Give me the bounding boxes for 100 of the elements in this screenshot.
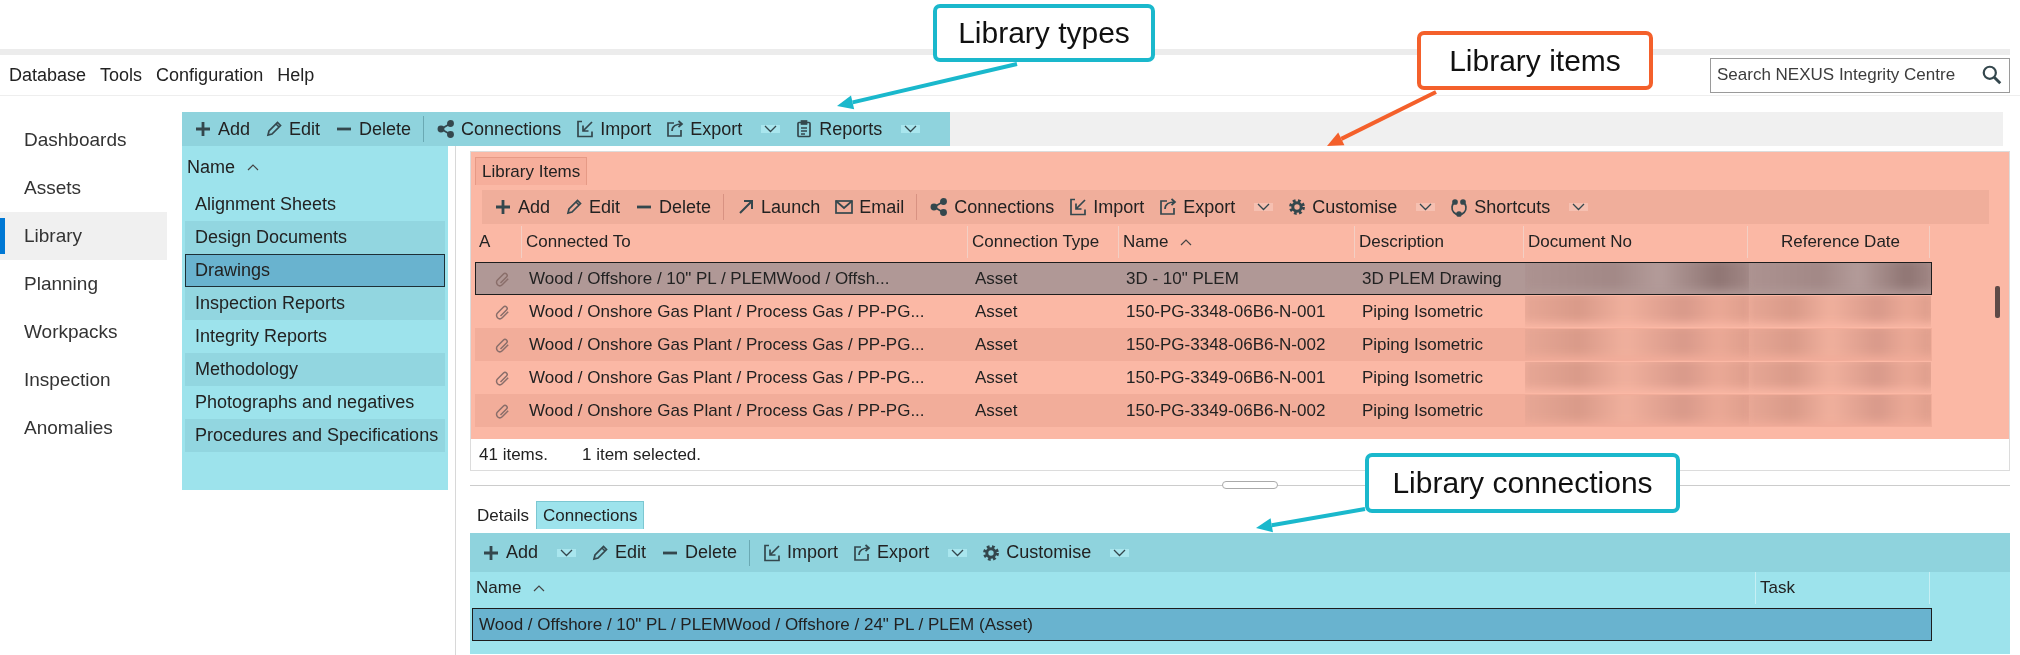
toolbar-button[interactable]: Edit xyxy=(557,192,628,222)
toolbar-button[interactable]: Import xyxy=(1061,192,1152,222)
tab[interactable]: Library Items xyxy=(475,157,588,185)
list-item[interactable]: Alignment Sheets xyxy=(185,188,445,221)
table-cell-text: Asset xyxy=(974,300,1019,323)
scrollbar-thumb[interactable] xyxy=(1995,286,2000,318)
table-cell-text: Wood / Onshore Gas Plant / Process Gas / PP-PG... xyxy=(528,399,926,422)
table-cell-text: Wood / Offshore / 10" PL / PLEMWood / Offshore / 24" PL / PLEM (Asset) xyxy=(478,613,1034,636)
caret-icon xyxy=(948,548,968,557)
list-item[interactable]: Design Documents xyxy=(185,221,445,254)
menu-item[interactable]: Database xyxy=(9,64,87,86)
column-header[interactable]: Name xyxy=(1119,226,1355,258)
toolbar-button[interactable]: Edit xyxy=(583,537,654,568)
sidebar-item[interactable]: Library xyxy=(0,212,167,260)
table-cell-text: 150-PG-3349-06B6-N-001 xyxy=(1125,366,1327,389)
toolbar-button[interactable]: Add xyxy=(486,192,558,222)
sidebar-item[interactable]: Dashboards xyxy=(0,116,167,164)
table-row[interactable]: Wood / Offshore / 10" PL / PLEMWood / Offshore / 24" PL / PLEM (Asset) xyxy=(472,608,1932,641)
table-cell-text: 150-PG-3348-06B6-N-002 xyxy=(1125,333,1327,356)
paperclip-icon xyxy=(494,336,511,353)
sidebar-item[interactable]: Anomalies xyxy=(0,404,167,452)
envelope-icon xyxy=(834,197,855,217)
list-item[interactable]: Drawings xyxy=(185,254,445,287)
sidebar-item[interactable]: Assets xyxy=(0,164,167,212)
table-cell-text: Wood / Offshore / 10" PL / PLEMWood / Offsh... xyxy=(528,267,891,290)
sidebar-item[interactable]: Planning xyxy=(0,260,167,308)
list-item[interactable]: Procedures and Specifications xyxy=(185,419,445,452)
table-cell-text: Wood / Onshore Gas Plant / Process Gas / PP-PG... xyxy=(528,366,926,389)
table-cell-text: Piping Isometric xyxy=(1361,399,1484,422)
list-item[interactable]: Photographs and negatives xyxy=(185,386,445,419)
toolbar-button[interactable]: Export xyxy=(658,114,788,144)
menu-item[interactable]: Help xyxy=(277,64,315,86)
toolbar-button[interactable]: Launch xyxy=(729,192,828,222)
paperclip-icon xyxy=(494,270,511,287)
toolbar-button[interactable]: Delete xyxy=(327,114,419,144)
toolbar-button[interactable]: Add xyxy=(186,114,258,144)
toolbar-button[interactable]: Import xyxy=(568,114,659,144)
list-item[interactable]: Integrity Reports xyxy=(185,320,445,353)
search-field[interactable]: Search NEXUS Integrity Centre xyxy=(1710,57,2010,93)
sidebar-item[interactable]: Inspection xyxy=(0,356,167,404)
menu-item[interactable]: Tools xyxy=(100,64,143,86)
toolbar-button[interactable]: Edit xyxy=(257,114,328,144)
column-header[interactable]: Description xyxy=(1355,226,1524,258)
sort-icon xyxy=(1180,238,1193,246)
pencil-icon xyxy=(564,197,585,217)
table-row[interactable]: Wood / Onshore Gas Plant / Process Gas / PP-PG... Asset 150-PG-3349-06B6-N-002 Piping Isometric xyxy=(475,394,1932,427)
tab[interactable]: Connections xyxy=(535,501,645,529)
export-icon xyxy=(1158,197,1179,217)
column-header[interactable]: Name xyxy=(182,146,448,188)
gear-icon xyxy=(981,542,1002,563)
column-header[interactable]: A xyxy=(475,226,522,258)
paperclip-icon xyxy=(494,303,511,320)
toolbar-button[interactable]: Delete xyxy=(627,192,719,222)
import-icon xyxy=(1068,197,1089,217)
column-header[interactable]: Reference Date xyxy=(1748,226,1930,258)
table-cell-text: 3D PLEM Drawing xyxy=(1361,267,1503,290)
column-header[interactable]: Connection Type xyxy=(968,226,1119,258)
table-row[interactable]: Wood / Onshore Gas Plant / Process Gas / PP-PG... Asset 150-PG-3348-06B6-N-002 Piping Isometric xyxy=(475,328,1932,361)
table-cell-text: 150-PG-3348-06B6-N-001 xyxy=(1125,300,1327,323)
caret-icon xyxy=(1416,203,1436,211)
toolbar-button[interactable]: Export xyxy=(1151,192,1281,222)
caret-icon xyxy=(761,125,781,133)
table-cell-text: Piping Isometric xyxy=(1361,300,1484,323)
sort-icon xyxy=(533,584,546,592)
callout-label: Library connections xyxy=(1365,453,1680,513)
sort-icon xyxy=(247,163,259,171)
caret-icon xyxy=(901,125,921,133)
toolbar-button[interactable]: Shortcuts xyxy=(1442,192,1596,222)
toolbar-button[interactable]: Add xyxy=(474,537,584,568)
share-icon xyxy=(929,197,950,217)
table-cell-text: Asset xyxy=(974,366,1019,389)
tab[interactable]: Details xyxy=(470,501,536,529)
menu-item[interactable]: Configuration xyxy=(156,64,264,86)
plus-icon xyxy=(493,197,513,217)
search-icon[interactable] xyxy=(1981,64,2003,86)
splitter-handle[interactable] xyxy=(1222,481,1278,489)
toolbar-button[interactable]: Reports xyxy=(787,114,928,144)
column-header[interactable]: Name xyxy=(472,572,1756,604)
import-icon xyxy=(575,119,596,139)
toolbar-button[interactable]: Export xyxy=(845,537,975,568)
column-header[interactable]: Connected To xyxy=(522,226,968,258)
list-item[interactable]: Methodology xyxy=(185,353,445,386)
paperclip-icon xyxy=(494,402,511,419)
toolbar-button[interactable]: Connections xyxy=(922,192,1062,222)
toolbar-button[interactable]: Import xyxy=(755,537,846,568)
toolbar-button[interactable]: Customise xyxy=(1280,192,1443,222)
list-item[interactable]: Inspection Reports xyxy=(185,287,445,320)
column-header[interactable]: Document No xyxy=(1524,226,1748,258)
table-cell-text: Wood / Onshore Gas Plant / Process Gas / PP-PG... xyxy=(528,333,926,356)
gear-icon xyxy=(1287,197,1308,217)
sidebar-item[interactable]: Workpacks xyxy=(0,308,167,356)
toolbar-button[interactable]: Customise xyxy=(974,537,1137,568)
toolbar-button[interactable]: Email xyxy=(827,192,912,222)
table-cell-text: Wood / Onshore Gas Plant / Process Gas / PP-PG... xyxy=(528,300,926,323)
column-header[interactable]: Task xyxy=(1756,572,1930,604)
pencil-icon xyxy=(264,119,285,139)
toolbar-button[interactable]: Connections xyxy=(429,114,569,144)
toolbar-button[interactable]: Delete xyxy=(653,537,745,568)
table-cell-text: Asset xyxy=(974,267,1019,290)
table-row[interactable]: Wood / Offshore / 10" PL / PLEMWood / Offsh... Asset 3D - 10" PLEM 3D PLEM Drawing xyxy=(475,262,1932,295)
